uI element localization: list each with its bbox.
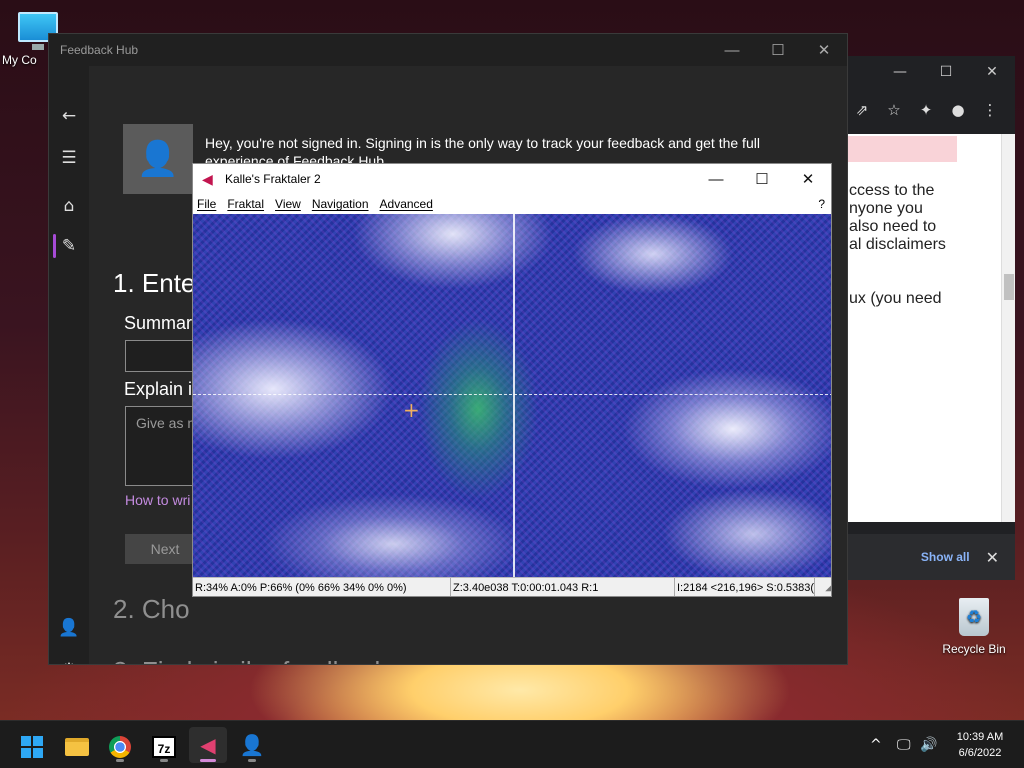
- page-line: [849, 254, 946, 272]
- network-icon[interactable]: 🖵: [897, 721, 911, 768]
- extensions-icon[interactable]: ✦: [913, 101, 939, 119]
- minimize-button[interactable]: —: [709, 42, 755, 59]
- volume-icon[interactable]: 🔊: [920, 721, 937, 768]
- browser-menu-icon[interactable]: ⋮: [977, 101, 1003, 119]
- clock-time: 10:39 AM: [956, 731, 1004, 743]
- taskbar-7zip[interactable]: 7z: [145, 727, 183, 763]
- running-indicator: [160, 759, 168, 762]
- maximize-button[interactable]: ☐: [923, 64, 969, 80]
- active-indicator: [200, 759, 216, 762]
- kf-status-bar: R:34% A:0% P:66% (0% 66% 34% 0% 0%) Z:3.…: [193, 577, 831, 596]
- minimize-button[interactable]: —: [877, 64, 923, 80]
- window-title: Kalle's Fraktaler 2: [225, 172, 321, 186]
- 7zip-icon: 7z: [152, 735, 176, 758]
- downloads-bar: Show all ✕: [847, 534, 1015, 580]
- close-button[interactable]: ✕: [801, 41, 847, 59]
- folder-icon: [65, 737, 89, 756]
- windows-logo-icon: [21, 735, 43, 758]
- browser-page: ccess to the nyone you also need to al d…: [847, 134, 1005, 522]
- menu-navigation[interactable]: Navigation: [312, 197, 369, 211]
- feedback-hub-icon: 👤: [239, 733, 265, 757]
- kalles-fraktaler-window: ◀ Kalle's Fraktaler 2 — ☐ ✕ File Fraktal…: [192, 163, 832, 597]
- maximize-button[interactable]: ☐: [739, 170, 785, 188]
- browser-toolbar: ⇗ ☆ ✦ ● ⋮: [835, 88, 1015, 132]
- taskbar-file-explorer[interactable]: [58, 727, 96, 763]
- step-1-heading: 1. Ente: [113, 268, 196, 298]
- crosshair-cursor-icon: +: [403, 398, 420, 422]
- explain-label: Explain in: [124, 379, 203, 399]
- add-user-icon[interactable]: 👤: [123, 124, 193, 194]
- profile-icon[interactable]: ●: [945, 101, 971, 119]
- taskbar-kalles-fraktaler[interactable]: ◀: [189, 727, 227, 763]
- status-render-progress: R:34% A:0% P:66% (0% 66% 34% 0% 0%): [193, 578, 451, 596]
- status-zoom-time: Z:3.40e038 T:0:00:01.043 R:1: [451, 578, 675, 596]
- back-arrow-icon[interactable]: ←: [49, 106, 89, 126]
- minimize-button[interactable]: —: [693, 171, 739, 188]
- page-line: nyone you: [849, 200, 923, 217]
- browser-title-bar: — ☐ ✕: [835, 56, 1015, 88]
- fraktaler-app-icon: ◀: [202, 170, 213, 187]
- summary-label: Summari: [124, 313, 197, 333]
- navigation-rail: ← ☰ ⌂ ✎ 👤 ⚙: [49, 66, 89, 664]
- kf-title-bar: ◀ Kalle's Fraktaler 2 — ☐ ✕: [193, 164, 831, 194]
- status-iterations: I:2184 <216,196> S:0.5383(: [675, 578, 815, 596]
- show-all-downloads-link[interactable]: Show all: [921, 550, 970, 564]
- close-downloads-icon[interactable]: ✕: [986, 548, 999, 567]
- recycle-bin-icon: ♻: [959, 598, 989, 636]
- start-button[interactable]: [13, 727, 51, 763]
- maximize-button[interactable]: ☐: [755, 41, 801, 59]
- menu-view[interactable]: View: [275, 197, 301, 211]
- page-line: also need to: [849, 218, 937, 235]
- menu-help[interactable]: ?: [818, 197, 825, 211]
- fractal-canvas[interactable]: +: [193, 214, 831, 577]
- running-indicator: [116, 759, 124, 762]
- page-line: ux (you need: [849, 290, 942, 307]
- home-icon[interactable]: ⌂: [49, 196, 89, 216]
- window-title: Feedback Hub: [60, 43, 139, 57]
- page-text: ccess to the nyone you also need to al d…: [849, 182, 946, 308]
- desktop: My Co ♻ Recycle Bin — ☐ ✕ ⇗ ☆ ✦ ● ⋮ cces…: [0, 0, 1024, 720]
- account-icon[interactable]: 👤: [49, 618, 89, 638]
- kf-menu-bar: File Fraktal View Navigation Advanced ?: [193, 194, 831, 214]
- menu-fraktal[interactable]: Fraktal: [227, 197, 264, 211]
- close-button[interactable]: ✕: [969, 64, 1015, 80]
- crosshair-horizontal: [193, 394, 831, 395]
- step-3-heading: 3. Find similar feedback: [113, 656, 388, 664]
- settings-gear-icon[interactable]: ⚙: [49, 660, 89, 664]
- taskbar-chrome[interactable]: [101, 727, 139, 763]
- feedback-hub-title-bar: Feedback Hub — ☐ ✕: [49, 34, 847, 66]
- menu-file[interactable]: File: [197, 197, 216, 211]
- browser-window: — ☐ ✕ ⇗ ☆ ✦ ● ⋮ ccess to the nyone you a…: [835, 56, 1015, 580]
- taskbar: 7z ◀ 👤 ^ 🖵 🔊 10:39 AM 6/6/2022: [0, 720, 1024, 768]
- desktop-icon-label: Recycle Bin: [942, 642, 1006, 656]
- how-to-write-link[interactable]: How to wri: [125, 492, 190, 508]
- taskbar-feedback-hub[interactable]: 👤: [233, 727, 271, 763]
- feedback-icon[interactable]: ✎: [49, 236, 89, 256]
- scrollbar-thumb[interactable]: [1004, 274, 1014, 300]
- desktop-icon-recycle-bin[interactable]: ♻ Recycle Bin: [936, 598, 1012, 656]
- share-icon[interactable]: ⇗: [849, 101, 875, 119]
- system-clock[interactable]: 10:39 AM 6/6/2022: [944, 729, 1016, 761]
- page-scrollbar[interactable]: [1001, 134, 1015, 522]
- fraktaler-icon: ◀: [200, 733, 216, 757]
- clock-date: 6/6/2022: [958, 747, 1002, 759]
- page-banner: [847, 136, 957, 162]
- resize-grip-icon[interactable]: ◢: [815, 578, 831, 596]
- chrome-icon: [109, 735, 131, 758]
- show-hidden-icons-chevron[interactable]: ^: [870, 721, 882, 768]
- crosshair-vertical: [513, 214, 515, 577]
- page-line: ccess to the: [849, 182, 935, 199]
- running-indicator: [248, 759, 256, 762]
- step-2-heading: 2. Cho: [113, 594, 190, 624]
- bookmark-star-icon[interactable]: ☆: [881, 101, 907, 119]
- page-line: [849, 272, 946, 290]
- close-button[interactable]: ✕: [785, 170, 831, 188]
- hamburger-menu-icon[interactable]: ☰: [49, 148, 89, 168]
- menu-advanced[interactable]: Advanced: [380, 197, 433, 211]
- page-line: al disclaimers: [849, 236, 946, 253]
